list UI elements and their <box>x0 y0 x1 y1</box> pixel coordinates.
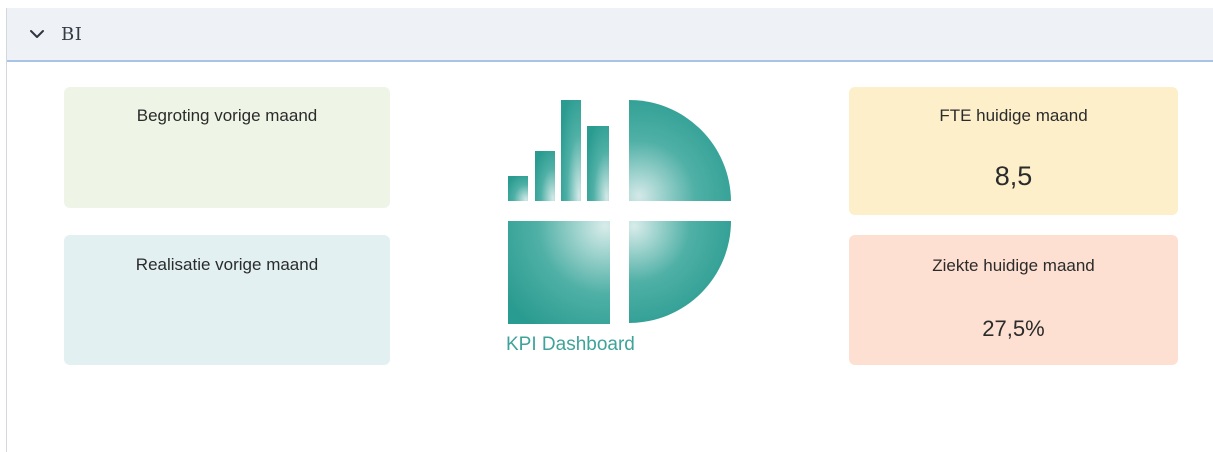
fte-label: FTE huidige maand <box>939 106 1088 125</box>
logo-text: KPI Dashboard <box>506 334 635 355</box>
kpi-dashboard-logo-icon <box>508 100 731 324</box>
chevron-down-icon[interactable] <box>27 24 47 44</box>
realisatie-tile[interactable]: Realisatie vorige maand <box>64 235 390 365</box>
begroting-tile[interactable]: Begroting vorige maand <box>64 87 390 208</box>
ziekte-value: 27,5% <box>982 316 1045 341</box>
ziekte-label: Ziekte huidige maand <box>932 256 1095 275</box>
panel-header[interactable]: BI <box>7 8 1213 62</box>
realisatie-label: Realisatie vorige maand <box>135 255 319 274</box>
fte-value: 8,5 <box>994 161 1033 191</box>
begroting-label: Begroting vorige maand <box>136 106 318 125</box>
ziekte-tile[interactable]: Ziekte huidige maand 27,5% <box>849 235 1178 365</box>
kpi-dashboard-logo: KPI Dashboard <box>500 96 740 361</box>
fte-tile[interactable]: FTE huidige maand 8,5 <box>849 87 1178 215</box>
panel-title: BI <box>61 23 83 45</box>
